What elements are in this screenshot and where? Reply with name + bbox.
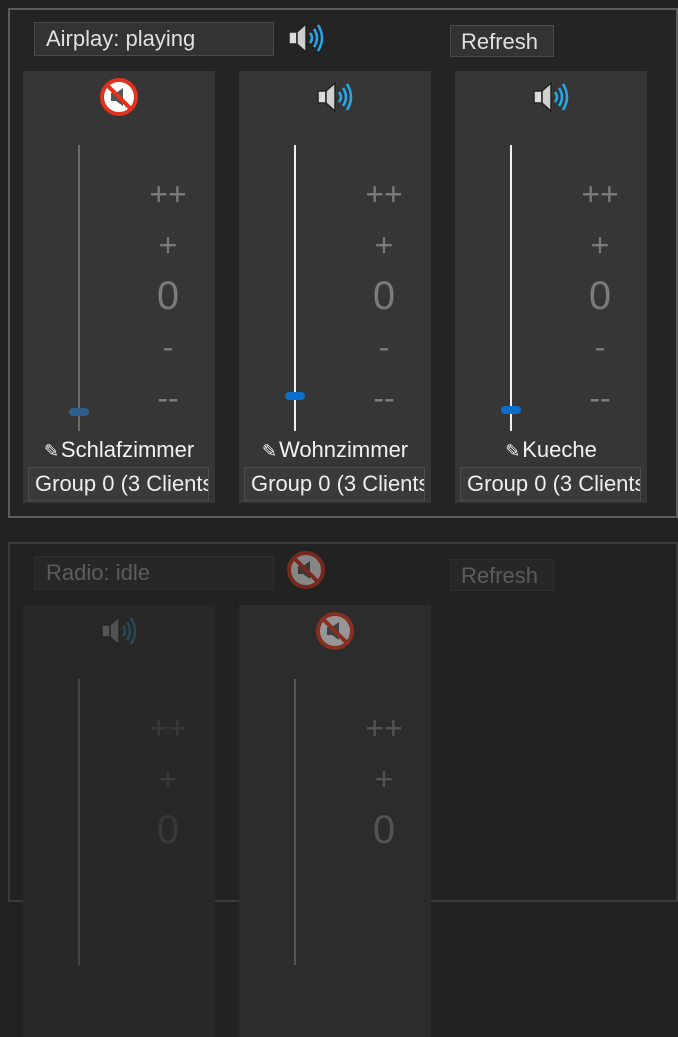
speaker-muted-icon[interactable]	[99, 78, 139, 116]
volume-reset-button[interactable]: 0	[349, 271, 419, 322]
group-select[interactable]: Group 0 (3 Clients)	[244, 467, 425, 501]
zone-status-display: Airplay: playing	[34, 22, 274, 56]
volume-down-large-button[interactable]: --	[133, 373, 203, 424]
volume-reset-button[interactable]: 0	[349, 805, 419, 856]
group-select[interactable]: Group 0 (3 Clients)	[28, 467, 209, 501]
volume-slider-track[interactable]	[294, 145, 296, 431]
client-name[interactable]: ✎Wohnzimmer	[239, 435, 431, 466]
volume-slider-track[interactable]	[78, 145, 80, 431]
speaker-on-icon[interactable]	[531, 78, 571, 116]
refresh-button[interactable]: Refresh	[450, 559, 554, 591]
volume-up-large-button[interactable]: ++	[133, 169, 203, 220]
volume-reset-button[interactable]: 0	[565, 271, 635, 322]
group-select[interactable]: Group 0 (3 Clients)	[460, 467, 641, 501]
volume-step-buttons: ++ + 0	[133, 703, 203, 856]
volume-slider-thumb[interactable]	[501, 406, 521, 414]
volume-up-button[interactable]: +	[349, 754, 419, 805]
client-card-schlafzimmer: ++ + 0 - -- ✎Schlafzimmer Group 0 (3 Cli…	[23, 71, 215, 503]
volume-down-button[interactable]: -	[565, 322, 635, 373]
client-card: ++ + 0	[239, 605, 431, 1037]
volume-up-button[interactable]: +	[565, 220, 635, 271]
client-name[interactable]: ✎Kueche	[455, 435, 647, 466]
speaker-on-icon[interactable]	[286, 19, 326, 57]
volume-up-large-button[interactable]: ++	[565, 169, 635, 220]
volume-slider-track[interactable]	[78, 679, 80, 965]
volume-step-buttons: ++ + 0	[349, 703, 419, 856]
zone-panel-radio: Radio: idle Refresh ++ + 0 ++ + 0	[8, 542, 678, 1037]
refresh-button[interactable]: Refresh	[450, 25, 554, 57]
speaker-on-icon[interactable]	[315, 78, 355, 116]
client-name-label: Kueche	[522, 437, 597, 462]
client-card-wohnzimmer: ++ + 0 - -- ✎Wohnzimmer Group 0 (3 Clien…	[239, 71, 431, 503]
volume-step-buttons: ++ + 0 - --	[133, 169, 203, 424]
volume-step-buttons: ++ + 0 - --	[349, 169, 419, 424]
volume-slider-thumb[interactable]	[285, 392, 305, 400]
client-name-label: Wohnzimmer	[278, 437, 409, 462]
volume-slider-track[interactable]	[294, 679, 296, 965]
volume-down-button[interactable]: -	[133, 322, 203, 373]
volume-up-large-button[interactable]: ++	[349, 703, 419, 754]
volume-down-button[interactable]: -	[349, 322, 419, 373]
volume-step-buttons: ++ + 0 - --	[565, 169, 635, 424]
zone-status-display: Radio: idle	[34, 556, 274, 590]
pencil-icon: ✎	[43, 441, 59, 461]
volume-slider-track[interactable]	[510, 145, 512, 431]
zone-panel-airplay: Airplay: playing Refresh ++ + 0 - -- ✎Sc…	[8, 8, 678, 518]
volume-reset-button[interactable]: 0	[133, 805, 203, 856]
volume-up-large-button[interactable]: ++	[349, 169, 419, 220]
volume-down-large-button[interactable]: --	[565, 373, 635, 424]
client-name[interactable]: ✎Schlafzimmer	[23, 435, 215, 466]
client-name-label: Schlafzimmer	[60, 437, 195, 462]
pencil-icon: ✎	[261, 441, 277, 461]
volume-down-large-button[interactable]: --	[349, 373, 419, 424]
client-card-kueche: ++ + 0 - -- ✎Kueche Group 0 (3 Clients)	[455, 71, 647, 503]
volume-slider-thumb[interactable]	[69, 408, 89, 416]
speaker-muted-icon[interactable]	[315, 612, 355, 650]
volume-up-button[interactable]: +	[349, 220, 419, 271]
speaker-on-icon[interactable]	[99, 612, 139, 650]
client-card: ++ + 0	[23, 605, 215, 1037]
volume-up-button[interactable]: +	[133, 754, 203, 805]
volume-up-large-button[interactable]: ++	[133, 703, 203, 754]
volume-reset-button[interactable]: 0	[133, 271, 203, 322]
pencil-icon: ✎	[505, 441, 521, 461]
volume-up-button[interactable]: +	[133, 220, 203, 271]
speaker-muted-icon[interactable]	[286, 551, 326, 589]
